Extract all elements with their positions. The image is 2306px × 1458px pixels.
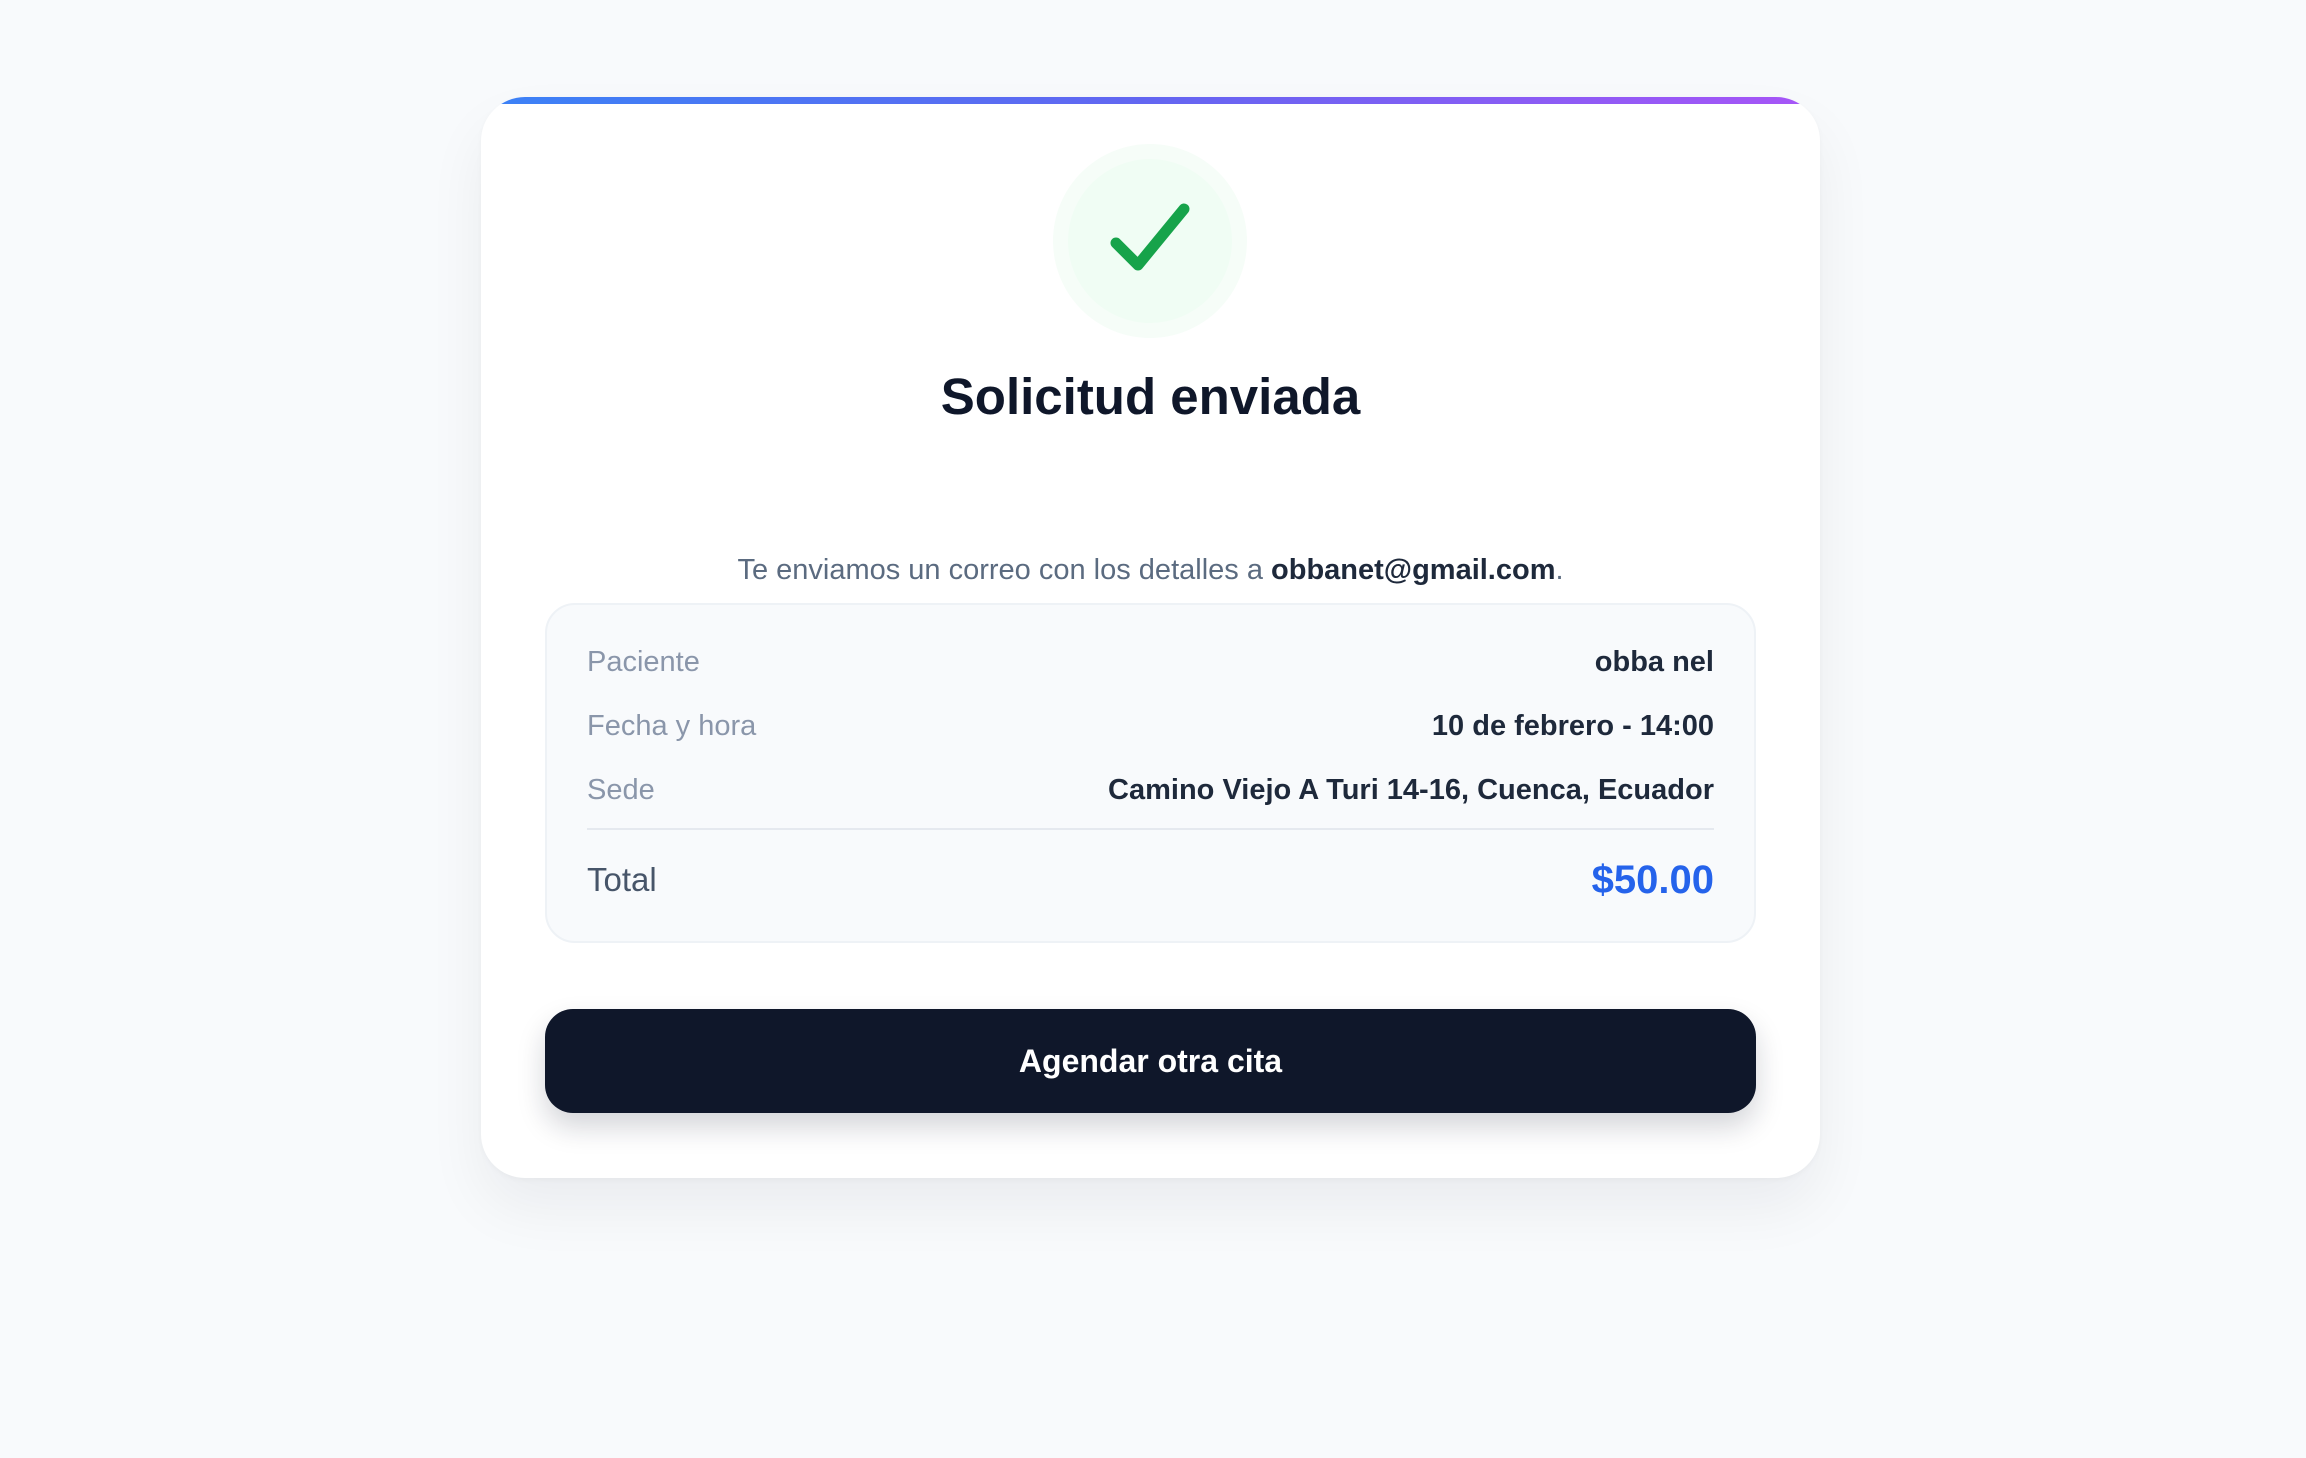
total-amount: $50.00 xyxy=(1591,858,1714,902)
summary-label: Paciente xyxy=(587,646,700,678)
recipient-email: obbanet@gmail.com xyxy=(1271,554,1556,586)
message-suffix: . xyxy=(1555,554,1564,586)
summary-row-total: Total $50.00 xyxy=(587,854,1714,906)
summary-divider xyxy=(587,828,1714,830)
summary-label: Sede xyxy=(587,774,655,806)
page-title: Solicitud enviada xyxy=(940,368,1361,425)
message-prefix: Te enviamos un correo con los detalles a xyxy=(737,554,1272,586)
new-appointment-button[interactable]: Agendar otra cita xyxy=(545,1009,1756,1113)
confirmation-message-line1: Te enviamos un correo con los detalles a… xyxy=(481,547,1820,593)
summary-row-datetime: Fecha y hora 10 de febrero - 14:00 xyxy=(587,706,1714,746)
summary-row-location: Sede Camino Viejo A Turi 14-16, Cuenca, … xyxy=(587,770,1714,810)
summary-value: 10 de febrero - 14:00 xyxy=(1431,710,1714,742)
confirmation-card: Solicitud enviada Te enviamos un correo … xyxy=(481,97,1820,1178)
card-accent-bar xyxy=(481,97,1820,104)
check-icon xyxy=(1110,203,1190,271)
appointment-summary: Paciente obba nel Fecha y hora 10 de feb… xyxy=(545,603,1756,943)
summary-value: Camino Viejo A Turi 14-16, Cuenca, Ecuad… xyxy=(1108,774,1714,806)
success-badge xyxy=(1068,159,1232,323)
summary-row-patient: Paciente obba nel xyxy=(587,642,1714,682)
total-label: Total xyxy=(587,861,657,898)
summary-value: obba nel xyxy=(1594,646,1714,678)
summary-label: Fecha y hora xyxy=(587,710,757,742)
